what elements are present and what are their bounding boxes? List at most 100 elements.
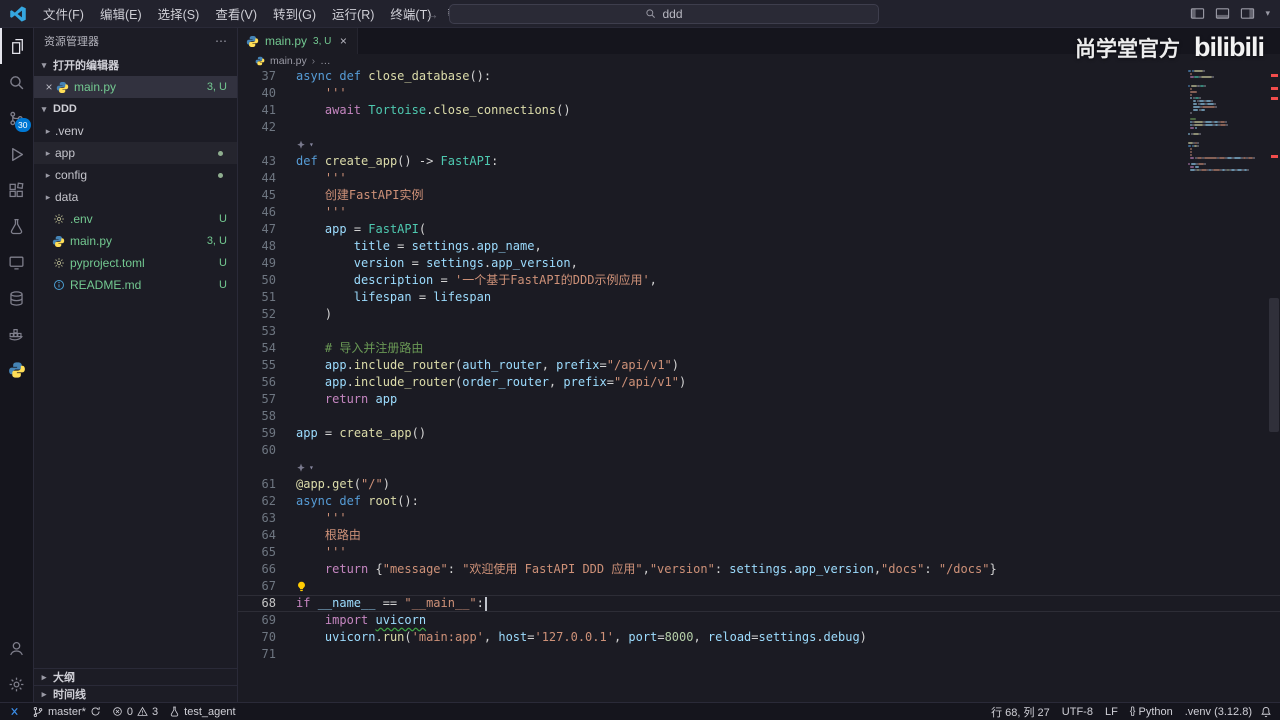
code-line[interactable]: 55 app. include_router(auth_router, prefi… xyxy=(238,357,1280,374)
activitybar-containers[interactable] xyxy=(0,316,34,352)
code-line[interactable]: 46 ''' xyxy=(238,204,1280,221)
code-line[interactable]: 64 根路由 xyxy=(238,527,1280,544)
command-center-search[interactable]: ddd xyxy=(449,3,879,24)
tree-file-README.md[interactable]: README.md U xyxy=(34,274,237,296)
code-line[interactable]: 48 title = settings. app_name, xyxy=(238,238,1280,255)
menu-item[interactable]: 转到(G) xyxy=(265,1,324,26)
timeline-label: 时间线 xyxy=(53,689,86,701)
language-mode[interactable]: {} Python xyxy=(1130,706,1173,718)
code-line[interactable]: 37 async def close_database (): xyxy=(238,68,1280,85)
tree-folder-config[interactable]: ▸ config xyxy=(34,164,237,186)
menu-item[interactable]: 编辑(E) xyxy=(92,1,150,26)
code-line[interactable]: 52 ) xyxy=(238,306,1280,323)
lightbulb-icon[interactable] xyxy=(296,581,307,592)
code-line[interactable]: 41 await Tortoise. close_connections() xyxy=(238,102,1280,119)
code-line[interactable]: 61 @app.get("/") xyxy=(238,476,1280,493)
activitybar-account[interactable] xyxy=(0,630,34,666)
activitybar-testing[interactable] xyxy=(0,208,34,244)
code-line[interactable]: 44 ''' xyxy=(238,170,1280,187)
code-line[interactable]: 70 uvicorn. run('main:app', host = '127.0.0… xyxy=(238,629,1280,646)
code-line[interactable]: 49 version = settings. app_version, xyxy=(238,255,1280,272)
code-line[interactable]: 51 lifespan = lifespan xyxy=(238,289,1280,306)
code-line[interactable]: 57 return app xyxy=(238,391,1280,408)
activitybar-settings[interactable] xyxy=(0,666,34,702)
remote-indicator[interactable] xyxy=(8,705,21,718)
code-line[interactable]: 66 return {"message": "欢迎使用 FastAPI DDD … xyxy=(238,561,1280,578)
activitybar-database[interactable] xyxy=(0,280,34,316)
code-line[interactable]: 71 xyxy=(238,646,1280,663)
tree-folder-.venv[interactable]: ▸ .venv xyxy=(34,120,237,142)
nav-forward-icon[interactable]: → xyxy=(425,6,439,22)
toggle-sidebar-icon[interactable] xyxy=(1190,6,1205,21)
scrollbar-thumb[interactable] xyxy=(1269,298,1279,432)
timeline-section[interactable]: ▸ 时间线 xyxy=(34,685,237,702)
code-line[interactable]: 42 xyxy=(238,119,1280,136)
test-profile-item[interactable]: test_agent xyxy=(169,706,236,718)
activitybar-remote-explorer[interactable] xyxy=(0,244,34,280)
code-line[interactable]: 59 app = create_app() xyxy=(238,425,1280,442)
menu-item[interactable]: 文件(F) xyxy=(35,1,92,26)
project-root-header[interactable]: ▾ DDD xyxy=(34,98,237,120)
line-number: 55 xyxy=(261,358,276,372)
code-line[interactable]: 63 ''' xyxy=(238,510,1280,527)
toggle-panel-icon[interactable] xyxy=(1215,6,1230,21)
tree-folder-app[interactable]: ▸ app xyxy=(34,142,237,164)
git-branch-item[interactable]: master* xyxy=(32,706,101,718)
customize-layout-icon[interactable]: ▾ xyxy=(1265,8,1270,19)
tab-close-icon[interactable]: × xyxy=(337,34,349,48)
code-line[interactable]: ▾ xyxy=(238,136,1280,153)
activitybar-python[interactable] xyxy=(0,352,34,388)
activitybar-run-debug[interactable] xyxy=(0,136,34,172)
chevron-down-icon: ▾ xyxy=(41,59,47,70)
code-line[interactable]: 50 description = '一个基于FastAPI的DDD示例应用', xyxy=(238,272,1280,289)
close-icon[interactable]: × xyxy=(42,80,56,94)
tree-folder-data[interactable]: ▸ data xyxy=(34,186,237,208)
activitybar-explorer[interactable] xyxy=(0,28,34,64)
toggle-secondary-sidebar-icon[interactable] xyxy=(1240,6,1255,21)
code-line[interactable]: 67 xyxy=(238,578,1280,595)
tree-file-main.py[interactable]: main.py 3, U xyxy=(34,230,237,252)
encoding-indicator[interactable]: UTF-8 xyxy=(1062,706,1093,718)
code-line[interactable]: 43 def create_app() -> FastAPI: xyxy=(238,153,1280,170)
cursor-position[interactable]: 行 68, 列 27 xyxy=(991,704,1050,720)
sidebar-more-actions-icon[interactable]: ⋯ xyxy=(215,34,227,48)
breadcrumb-more: … xyxy=(320,55,331,67)
python-interpreter[interactable]: .venv (3.12.8) xyxy=(1185,706,1252,718)
code-line[interactable]: 45 创建FastAPI实例 xyxy=(238,187,1280,204)
code-line[interactable]: 68 if __name__ == "__main__": xyxy=(238,595,1280,612)
code-line[interactable]: 40 ''' xyxy=(238,85,1280,102)
lightbulb-marker[interactable] xyxy=(296,581,307,592)
outline-section[interactable]: ▸ 大纲 xyxy=(34,668,237,685)
code-area[interactable]: 37 async def close_database (): 40 ''' 41 aw… xyxy=(238,68,1280,702)
menu-item[interactable]: 运行(R) xyxy=(324,1,382,26)
problems-item[interactable]: 0 3 xyxy=(112,706,158,718)
code-line[interactable]: 60 xyxy=(238,442,1280,459)
python-file-icon xyxy=(246,35,259,48)
code-line[interactable]: 56 app. include_router(order_router, pref… xyxy=(238,374,1280,391)
tree-file-pyproject.toml[interactable]: pyproject.toml U xyxy=(34,252,237,274)
code-line[interactable]: 47 app = FastAPI( xyxy=(238,221,1280,238)
chevron-down-icon: ▾ xyxy=(309,463,314,472)
code-line[interactable]: 54 # 导入并注册路由 xyxy=(238,340,1280,357)
nav-back-icon[interactable]: ← xyxy=(401,6,415,22)
activitybar-search[interactable] xyxy=(0,64,34,100)
code-line[interactable]: ▾ xyxy=(238,459,1280,476)
code-line[interactable]: 62 async def root (): xyxy=(238,493,1280,510)
activitybar-extensions[interactable] xyxy=(0,172,34,208)
menu-item[interactable]: 查看(V) xyxy=(207,1,265,26)
code-line[interactable]: 65 ''' xyxy=(238,544,1280,561)
open-editor-item[interactable]: × main.py 3, U xyxy=(34,76,237,98)
notifications-bell[interactable] xyxy=(1260,706,1272,718)
beaker-icon xyxy=(10,218,23,234)
eol-indicator[interactable]: LF xyxy=(1105,706,1118,718)
tree-file-.env[interactable]: .env U xyxy=(34,208,237,230)
minimap[interactable] xyxy=(1188,70,1266,175)
breadcrumb[interactable]: main.py › … xyxy=(238,54,1280,68)
code-line[interactable]: 53 xyxy=(238,323,1280,340)
open-editors-header[interactable]: ▾ 打开的编辑器 xyxy=(34,54,237,76)
menu-item[interactable]: 选择(S) xyxy=(150,1,208,26)
tab-main-py[interactable]: main.py 3, U × xyxy=(238,28,359,54)
activitybar-source-control[interactable]: 30 xyxy=(0,100,34,136)
code-line[interactable]: 69 import uvicorn xyxy=(238,612,1280,629)
code-line[interactable]: 58 xyxy=(238,408,1280,425)
